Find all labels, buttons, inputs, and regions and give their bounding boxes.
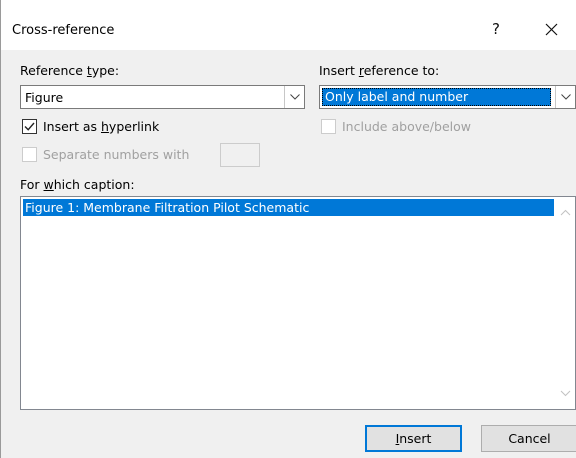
caption-listbox[interactable]: Figure 1: Membrane Filtration Pilot Sche… [20,196,576,410]
chevron-down-icon [560,94,571,100]
title-bar: Cross-reference ? [1,0,576,50]
insert-reference-to-selected: Only label and number [322,88,551,106]
insert-reference-to-select[interactable]: Only label and number [319,85,576,109]
insert-as-hyperlink-label: Insert as hyperlink [43,119,160,134]
insert-button[interactable]: Insert [365,425,462,452]
separate-numbers-label: Separate numbers with [43,147,190,162]
caption-list-label: For which caption: [20,177,135,192]
cancel-button[interactable]: Cancel [481,425,576,452]
list-item[interactable]: Figure 1: Membrane Filtration Pilot Sche… [23,199,554,216]
separate-numbers-input[interactable] [220,143,260,167]
reference-type-select[interactable]: Figure [20,85,305,109]
include-above-below-label: Include above/below [342,119,471,134]
reference-type-dropdown-button[interactable] [284,86,304,108]
dialog-title: Cross-reference [12,23,115,38]
help-button[interactable]: ? [474,14,518,44]
include-above-below-checkbox[interactable] [321,119,336,134]
checkmark-icon [24,122,35,131]
insert-as-hyperlink-checkbox[interactable] [22,119,37,134]
separate-numbers-checkbox[interactable] [22,147,37,162]
scroll-down-icon[interactable] [560,390,571,397]
reference-type-value: Figure [25,90,64,105]
cross-reference-dialog: Cross-reference ? Reference type: Figure… [0,0,576,458]
insert-reference-to-label: Insert reference to: [319,63,440,78]
chevron-down-icon [289,94,300,100]
close-icon [545,23,557,35]
reference-type-label: Reference type: [20,63,120,78]
scroll-up-icon[interactable] [560,209,571,216]
caption-list-scrollbar[interactable] [556,197,575,409]
insert-reference-to-dropdown-button[interactable] [555,86,575,108]
close-button[interactable] [529,14,573,44]
